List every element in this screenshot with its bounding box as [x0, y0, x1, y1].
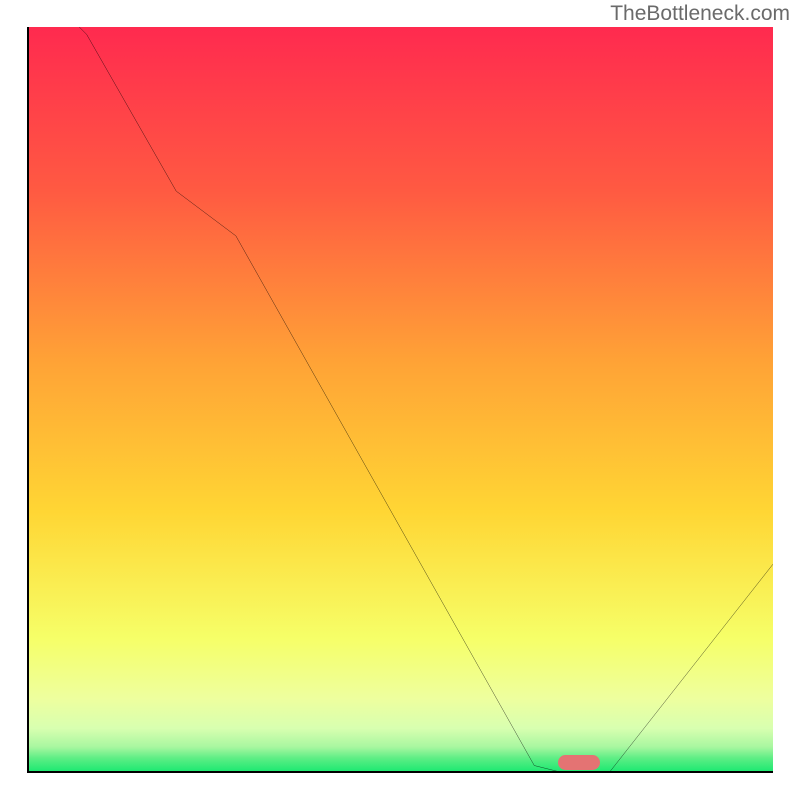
chart-plot-area — [27, 27, 773, 773]
bottleneck-curve — [27, 27, 773, 773]
optimal-marker — [558, 755, 600, 770]
watermark-label: TheBottleneck.com — [610, 2, 790, 26]
